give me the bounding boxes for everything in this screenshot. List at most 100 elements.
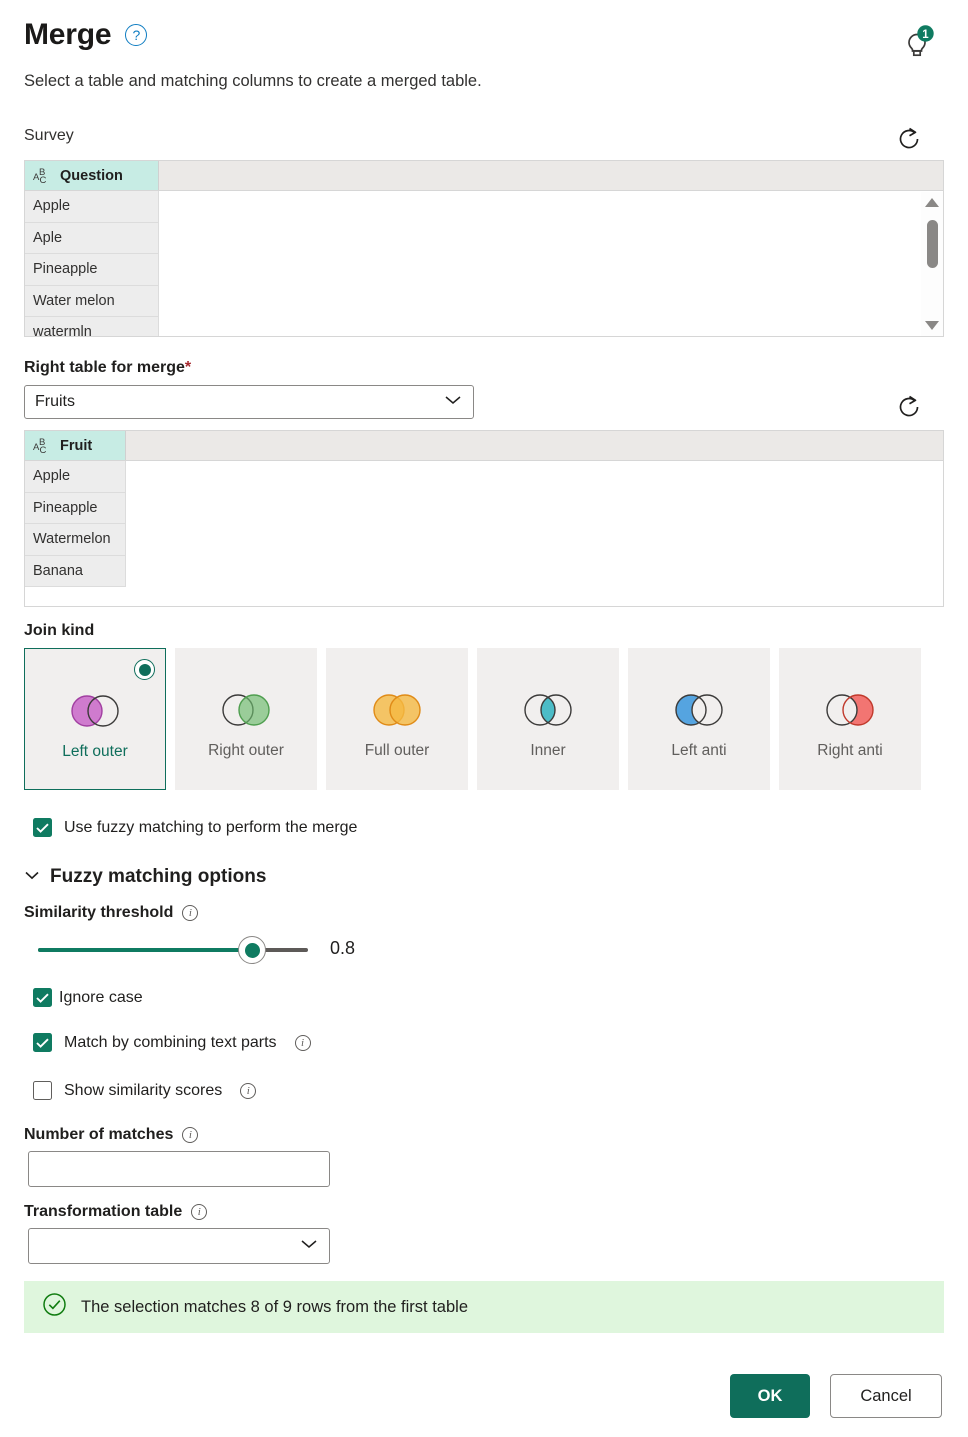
- transformation-table-label: Transformation table: [24, 1203, 182, 1221]
- use-fuzzy-matching-label: Use fuzzy matching to perform the merge: [64, 819, 357, 837]
- right-table-body: Apple Pineapple Watermelon Banana: [25, 461, 943, 587]
- join-kind-options: Left outer Right outer Full outer: [24, 648, 921, 790]
- left-column-header-label: Question: [60, 168, 123, 184]
- table-row[interactable]: Aple: [25, 223, 943, 255]
- left-cell-value: Water melon: [25, 286, 159, 318]
- venn-left-outer-icon: [64, 693, 126, 734]
- number-of-matches-label-group: Number of matches i: [24, 1126, 198, 1144]
- abc-text-type-icon: ABC: [33, 437, 53, 455]
- left-table-label: Survey: [24, 127, 74, 145]
- fuzzy-matching-options-toggle[interactable]: Fuzzy matching options: [24, 866, 266, 888]
- left-table-header-filler: [159, 161, 943, 190]
- left-table-preview[interactable]: ABC Question Apple Aple Pineapple Water …: [24, 160, 944, 337]
- tips-lightbulb-icon[interactable]: 1: [896, 22, 936, 58]
- table-row[interactable]: watermln: [25, 317, 943, 337]
- left-table-body: Apple Aple Pineapple Water melon waterml…: [25, 191, 943, 337]
- transformation-table-label-group: Transformation table i: [24, 1203, 207, 1221]
- left-cell-value: Apple: [25, 191, 159, 223]
- right-table-preview[interactable]: ABC Fruit Apple Pineapple Watermelon Ban…: [24, 430, 944, 607]
- abc-text-type-icon: ABC: [33, 167, 53, 185]
- info-circle-icon[interactable]: i: [182, 1127, 198, 1143]
- right-cell-filler: [126, 461, 943, 493]
- dialog-header: Merge ?: [24, 20, 147, 50]
- join-option-label: Left anti: [665, 742, 732, 761]
- transformation-table-dropdown[interactable]: [28, 1228, 330, 1264]
- info-circle-icon[interactable]: i: [191, 1204, 207, 1220]
- left-table-refresh-icon[interactable]: [894, 124, 924, 154]
- right-table-selected-value: Fruits: [35, 393, 75, 411]
- join-option-label: Right anti: [811, 742, 888, 761]
- right-table-header-filler: [126, 431, 943, 460]
- similarity-threshold-label-group: Similarity threshold i: [24, 904, 198, 922]
- show-similarity-scores-checkbox[interactable]: Show similarity scores i: [33, 1081, 256, 1100]
- chevron-down-icon: [299, 1237, 319, 1255]
- similarity-threshold-label: Similarity threshold: [24, 904, 173, 922]
- table-row[interactable]: Apple: [25, 191, 943, 223]
- table-row[interactable]: Watermelon: [25, 524, 943, 556]
- table-row[interactable]: Apple: [25, 461, 943, 493]
- question-circle-icon[interactable]: ?: [125, 24, 147, 46]
- scrollbar-thumb[interactable]: [927, 220, 938, 268]
- left-cell-filler: [159, 286, 943, 318]
- join-option-left-outer[interactable]: Left outer: [24, 648, 166, 790]
- left-cell-value: Pineapple: [25, 254, 159, 286]
- table-row[interactable]: Pineapple: [25, 493, 943, 525]
- venn-inner-icon: [517, 692, 579, 733]
- chevron-down-icon: [443, 393, 463, 411]
- right-cell-filler: [126, 524, 943, 556]
- right-column-header-fruit[interactable]: ABC Fruit: [25, 431, 126, 460]
- join-option-inner[interactable]: Inner: [477, 648, 619, 790]
- ok-button[interactable]: OK: [730, 1374, 810, 1418]
- similarity-threshold-value: 0.8: [330, 938, 355, 959]
- right-cell-value: Pineapple: [25, 493, 126, 525]
- use-fuzzy-matching-checkbox[interactable]: Use fuzzy matching to perform the merge: [33, 818, 357, 837]
- fuzzy-matching-options-title: Fuzzy matching options: [50, 866, 266, 888]
- join-kind-label: Join kind: [24, 622, 94, 640]
- venn-left-anti-icon: [668, 692, 730, 733]
- number-of-matches-input[interactable]: [28, 1151, 330, 1187]
- right-table-dropdown[interactable]: Fruits: [24, 385, 474, 419]
- right-cell-filler: [126, 556, 943, 588]
- chevron-down-icon: [24, 868, 40, 886]
- ignore-case-checkbox[interactable]: Ignore case: [33, 988, 143, 1007]
- venn-right-outer-icon: [215, 692, 277, 733]
- scroll-down-arrow-icon[interactable]: [925, 321, 939, 330]
- info-circle-icon[interactable]: i: [182, 905, 198, 921]
- cancel-button[interactable]: Cancel: [830, 1374, 942, 1418]
- right-table-refresh-icon[interactable]: [894, 392, 924, 422]
- similarity-threshold-slider[interactable]: [38, 942, 308, 958]
- match-by-combining-text-parts-label: Match by combining text parts: [64, 1034, 277, 1052]
- slider-thumb[interactable]: [238, 936, 266, 964]
- table-row[interactable]: Pineapple: [25, 254, 943, 286]
- left-cell-value: watermln: [25, 317, 159, 337]
- info-circle-icon[interactable]: i: [295, 1035, 311, 1051]
- dialog-subtitle: Select a table and matching columns to c…: [24, 72, 482, 91]
- join-option-label: Full outer: [359, 742, 436, 761]
- join-option-right-outer[interactable]: Right outer: [175, 648, 317, 790]
- right-table-label-text: Right table for merge: [24, 359, 185, 376]
- scroll-up-arrow-icon[interactable]: [925, 198, 939, 207]
- checkbox-unchecked-icon: [33, 1081, 52, 1100]
- join-option-label: Left outer: [56, 743, 134, 762]
- info-circle-icon[interactable]: i: [240, 1083, 256, 1099]
- venn-right-anti-icon: [819, 692, 881, 733]
- left-cell-filler: [159, 254, 943, 286]
- join-option-full-outer[interactable]: Full outer: [326, 648, 468, 790]
- checkbox-checked-icon: [33, 1033, 52, 1052]
- match-by-combining-text-parts-checkbox[interactable]: Match by combining text parts i: [33, 1033, 311, 1052]
- left-table-vertical-scrollbar[interactable]: [921, 192, 943, 336]
- page-title: Merge: [24, 20, 111, 50]
- table-row[interactable]: Banana: [25, 556, 943, 588]
- right-cell-value: Apple: [25, 461, 126, 493]
- join-option-left-anti[interactable]: Left anti: [628, 648, 770, 790]
- check-circle-icon: [42, 1292, 67, 1322]
- number-of-matches-label: Number of matches: [24, 1126, 173, 1144]
- left-cell-filler: [159, 317, 943, 337]
- right-table-label: Right table for merge*: [24, 359, 191, 377]
- left-cell-filler: [159, 223, 943, 255]
- merge-dialog: Merge ? Select a table and matching colu…: [0, 0, 968, 1437]
- join-option-right-anti[interactable]: Right anti: [779, 648, 921, 790]
- radio-selected-icon[interactable]: [134, 659, 155, 680]
- table-row[interactable]: Water melon: [25, 286, 943, 318]
- left-column-header-question[interactable]: ABC Question: [25, 161, 159, 190]
